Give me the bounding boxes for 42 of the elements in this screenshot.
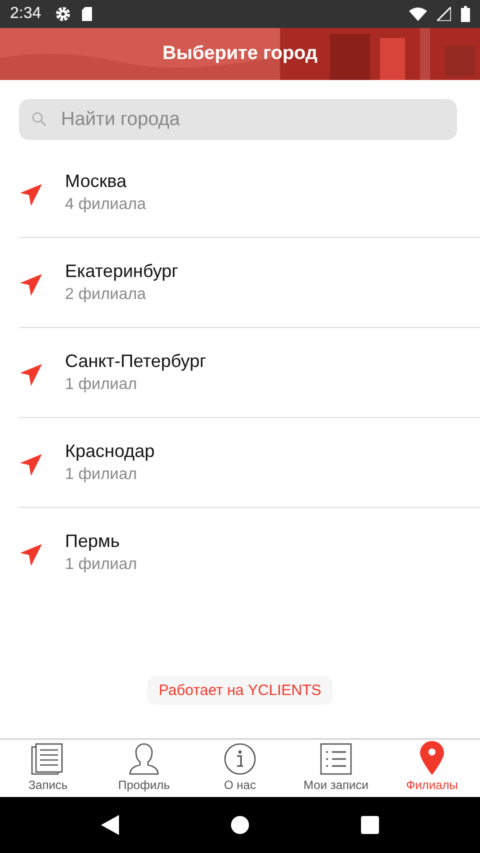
city-item[interactable]: Пермь 1 филиал [19, 508, 480, 597]
location-arrow-icon [19, 542, 43, 566]
branch-count: 1 филиал [65, 466, 138, 484]
city-item[interactable]: Краснодар 1 филиал [19, 418, 480, 508]
sd-card-icon [81, 6, 94, 22]
branch-count: 4 филиала [65, 196, 146, 214]
person-silhouette-icon [128, 743, 160, 775]
back-icon[interactable] [101, 815, 119, 835]
city-item[interactable]: Санкт-Петербург 1 филиал [19, 328, 480, 418]
city-name: Пермь [65, 531, 121, 552]
tab[interactable]: Филиалы [384, 740, 480, 797]
location-arrow-icon [19, 182, 43, 206]
status-time: 2:34 [10, 5, 42, 23]
tab[interactable]: О нас [192, 740, 288, 797]
document-icon [31, 743, 65, 775]
screen-title: Выберите город [162, 43, 318, 65]
city-name: Москва [65, 171, 128, 192]
city-name: Санкт-Петербург [65, 351, 206, 372]
city-item[interactable]: Москва 4 филиала [19, 148, 480, 238]
tab[interactable]: Запись [0, 740, 96, 797]
tab[interactable]: Профиль [96, 740, 192, 797]
tab[interactable]: Мои записи [288, 740, 384, 797]
city-name: Екатеринбург [65, 261, 178, 282]
gear-icon [55, 6, 72, 22]
city-name: Краснодар [65, 441, 155, 462]
branch-count: 2 филиала [65, 286, 147, 304]
wifi-icon [409, 7, 427, 21]
map-pin-icon [420, 741, 444, 775]
home-icon[interactable] [231, 816, 249, 834]
branch-count: 1 филиал [65, 556, 137, 574]
location-arrow-icon [19, 362, 43, 386]
search-field[interactable]: Найти города [19, 99, 457, 140]
battery-icon [461, 6, 470, 22]
list-icon [320, 743, 352, 775]
search-icon [31, 111, 47, 127]
location-arrow-icon [19, 272, 43, 296]
branch-count: 1 филиал [65, 376, 138, 394]
powered-by-link[interactable]: Работает на YCLIENTS [146, 676, 334, 705]
signal-icon [437, 7, 451, 21]
city-item[interactable]: Екатеринбург 2 филиала [19, 238, 480, 328]
location-arrow-icon [19, 452, 43, 476]
info-icon [224, 743, 256, 775]
